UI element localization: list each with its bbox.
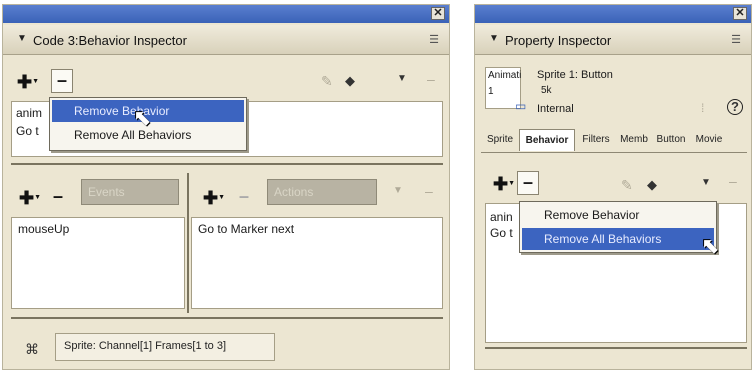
right-script-window-icon[interactable]: ✎ xyxy=(621,177,633,194)
left-window-title-bar[interactable]: ✕ xyxy=(3,5,449,23)
left-panel-header[interactable]: ▼ Code 3:Behavior Inspector ☰ xyxy=(3,25,449,55)
tab-behavior[interactable]: Behavior xyxy=(519,129,575,151)
menu-item-remove-all-behaviors[interactable]: Remove All Behaviors xyxy=(522,228,714,250)
left-close-icon[interactable]: ✕ xyxy=(431,7,445,20)
left-panel-title: Code 3:Behavior Inspector xyxy=(33,33,187,48)
list-item[interactable]: Go t xyxy=(490,226,513,240)
right-panel-header[interactable]: ▼ Property Inspector ☰ xyxy=(475,25,751,55)
storage-label: Internal xyxy=(537,103,574,115)
action-item[interactable]: Go to Marker next xyxy=(198,222,294,236)
left-panel-options-icon[interactable]: ☰ xyxy=(429,33,439,46)
left-remove-action-button[interactable]: – xyxy=(239,187,249,205)
left-script-window-icon[interactable]: ✎ xyxy=(321,73,333,90)
actions-list[interactable]: Go to Marker next xyxy=(191,217,443,309)
left-bottom-splitter[interactable] xyxy=(11,317,443,319)
list-item[interactable]: Go t xyxy=(16,124,39,138)
right-library-icon[interactable]: ◆ xyxy=(647,177,657,193)
left-toolbar-arrow-icon[interactable]: ▼ xyxy=(397,73,407,84)
behavior-inspector-panel: ✕ ▼ Code 3:Behavior Inspector ☰ ✚▼ – ✎ ◆… xyxy=(2,4,450,370)
right-panel-title: Property Inspector xyxy=(505,33,612,48)
right-toolbar-minus-icon[interactable]: – xyxy=(729,173,737,189)
inspector-tab-strip: Sprite Behavior Filters Memb Button Movi… xyxy=(481,129,747,153)
mouse-pointer-icon: ⬉ xyxy=(701,233,720,258)
events-list[interactable]: mouseUp xyxy=(11,217,185,309)
right-remove-behavior-button[interactable]: – xyxy=(517,171,539,195)
events-field: Events xyxy=(81,179,179,205)
tab-filters[interactable]: Filters xyxy=(575,129,617,151)
mouse-pointer-icon: ⬉ xyxy=(133,105,152,130)
left-remove-behavior-button[interactable]: – xyxy=(51,69,73,93)
tab-sprite[interactable]: Sprite xyxy=(481,129,519,151)
left-add-behavior-button[interactable]: ✚▼ xyxy=(17,73,39,91)
tab-member[interactable]: Memb xyxy=(615,129,653,151)
left-remove-event-button[interactable]: – xyxy=(53,187,63,205)
left-add-event-button[interactable]: ✚▼ xyxy=(19,189,41,207)
left-action-minus-icon[interactable]: – xyxy=(425,183,433,199)
list-item[interactable]: anin xyxy=(490,210,513,224)
left-status-field: Sprite: Channel[1] Frames[1 to 3] xyxy=(55,333,275,361)
right-add-behavior-button[interactable]: ✚▼ xyxy=(493,175,515,193)
cast-member-icon: ▭ xyxy=(515,99,527,113)
right-window-title-bar[interactable]: ✕ xyxy=(475,5,751,23)
property-inspector-panel: ✕ ▼ Property Inspector ☰ Animati 1 Sprit… xyxy=(474,4,752,370)
left-add-action-button[interactable]: ✚▼ xyxy=(203,189,225,207)
event-item[interactable]: mouseUp xyxy=(18,222,69,236)
help-icon[interactable]: ? xyxy=(727,99,743,115)
left-toolbar-minus-icon[interactable]: – xyxy=(427,71,435,87)
right-panel-options-icon[interactable]: ☰ xyxy=(731,33,741,46)
sprite-icon: ⌘ xyxy=(25,341,39,357)
sprite-size: 5k xyxy=(541,85,552,96)
left-library-icon[interactable]: ◆ xyxy=(345,73,355,89)
tab-movie[interactable]: Movie xyxy=(689,129,729,151)
right-close-icon[interactable]: ✕ xyxy=(733,7,747,20)
sprite-title: Sprite 1: Button xyxy=(537,69,613,81)
list-item[interactable]: anim xyxy=(16,106,42,120)
left-vertical-splitter[interactable] xyxy=(187,173,189,313)
menu-item-remove-behavior[interactable]: Remove Behavior xyxy=(522,204,714,226)
right-bottom-splitter[interactable] xyxy=(485,347,747,349)
actions-field: Actions xyxy=(267,179,377,205)
left-horizontal-splitter[interactable] xyxy=(11,163,443,165)
tab-button[interactable]: Button xyxy=(651,129,691,151)
left-action-arrow-icon[interactable]: ▼ xyxy=(393,185,403,196)
right-remove-dropdown-menu: Remove Behavior Remove All Behaviors xyxy=(519,201,717,253)
right-collapse-arrow-icon[interactable]: ▼ xyxy=(489,33,499,44)
thumbnail-label: Animati xyxy=(488,70,522,81)
thumbnail-number: 1 xyxy=(488,86,494,97)
left-collapse-arrow-icon[interactable]: ▼ xyxy=(17,33,27,44)
right-info-bars-icon[interactable]: ⁞ xyxy=(701,101,704,115)
right-toolbar-arrow-icon[interactable]: ▼ xyxy=(701,177,711,188)
